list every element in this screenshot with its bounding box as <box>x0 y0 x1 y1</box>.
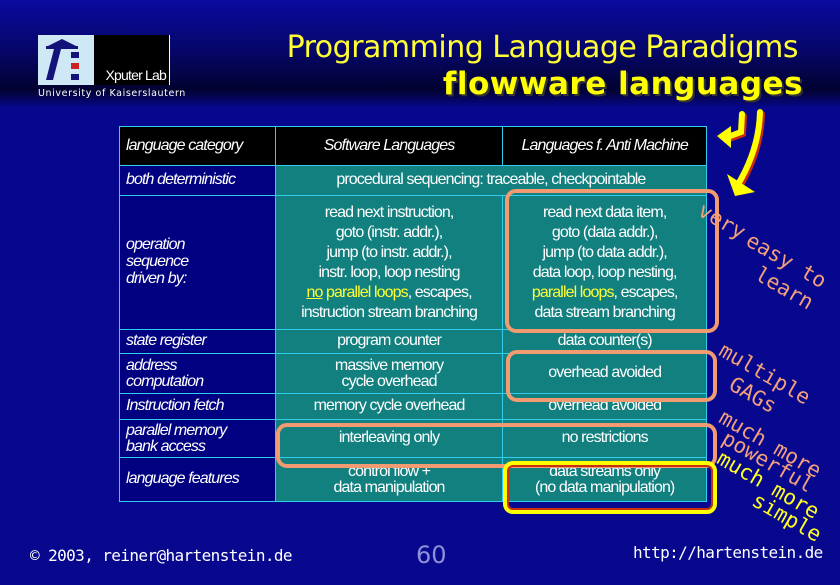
header-language-category: language category <box>119 126 276 166</box>
cell-procedural-sequencing: procedural sequencing: traceable, checkp… <box>274 165 708 196</box>
table-row: operation sequence driven by: read next … <box>119 195 707 330</box>
cell-no-restrictions: no restrictions <box>502 419 707 458</box>
logo-university: University of Kaiserslautern <box>38 88 186 99</box>
table-row: Instruction fetch memory cycle overhead … <box>119 393 707 420</box>
table-row: language features control flow + data ma… <box>119 457 707 502</box>
footer-copyright: © 2003, reiner@hartenstein.de <box>30 546 293 565</box>
slide-subtitle: flowware languages <box>442 66 803 102</box>
row-label-parallel-memory: parallel memory bank access <box>119 419 276 458</box>
slide-title: Programming Language Paradigms <box>286 30 799 65</box>
row-label-instruction-fetch: Instruction fetch <box>119 393 276 420</box>
cell-data-counters: data counter(s) <box>502 329 707 354</box>
arrows-graphic <box>717 109 765 196</box>
logo-lab-name: Xputer Lab <box>105 67 167 83</box>
cell-data-streams-only: data streams only (no data manipulation) <box>502 457 707 502</box>
cell-program-counter: program counter <box>274 329 504 354</box>
cell-anti-operation: read next data item, goto (data addr.), … <box>502 195 707 330</box>
row-label-language-features: language features <box>119 457 276 502</box>
table-row: address computation massive memory cycle… <box>119 353 707 394</box>
row-label-address-computation: address computation <box>119 353 276 394</box>
cell-address-overhead-avoided: overhead avoided <box>502 353 707 394</box>
cell-massive-memory-overhead: massive memory cycle overhead <box>274 353 504 394</box>
page-number: 60 <box>416 541 447 569</box>
table-row: state register program counter data coun… <box>119 329 707 354</box>
row-label-operation-sequence: operation sequence driven by: <box>119 195 276 330</box>
table-header-row: language category Software Languages Lan… <box>119 126 707 166</box>
xputer-lab-logo: Xputer Lab <box>38 35 170 85</box>
header-software-languages: Software Languages <box>274 126 504 166</box>
table-row: parallel memory bank access interleaving… <box>119 419 707 458</box>
header-anti-machine-languages: Languages f. Anti Machine <box>502 126 707 166</box>
paradigm-comparison-table: language category Software Languages Lan… <box>119 126 708 502</box>
footer-url[interactable]: http://hartenstein.de <box>633 543 823 562</box>
cell-fetch-overhead-avoided: overhead avoided <box>502 393 707 420</box>
row-label-state-register: state register <box>119 329 276 354</box>
bent-arrow-icon <box>717 111 747 148</box>
table-row: both deterministic procedural sequencing… <box>119 165 708 196</box>
row-label-both-deterministic: both deterministic <box>119 165 276 196</box>
cell-interleaving-only: interleaving only <box>274 419 504 458</box>
cell-control-flow: control flow + data manipulation <box>274 457 504 502</box>
parallel-loops-highlight: parallel loops <box>531 283 615 301</box>
parallel-loops-highlight: parallel loops <box>322 283 409 301</box>
cell-memory-cycle-overhead: memory cycle overhead <box>274 393 504 420</box>
logo-mark-icon <box>38 35 94 85</box>
no-text: no <box>306 283 323 301</box>
cell-software-operation: read next instruction, goto (instr. addr… <box>274 195 504 330</box>
